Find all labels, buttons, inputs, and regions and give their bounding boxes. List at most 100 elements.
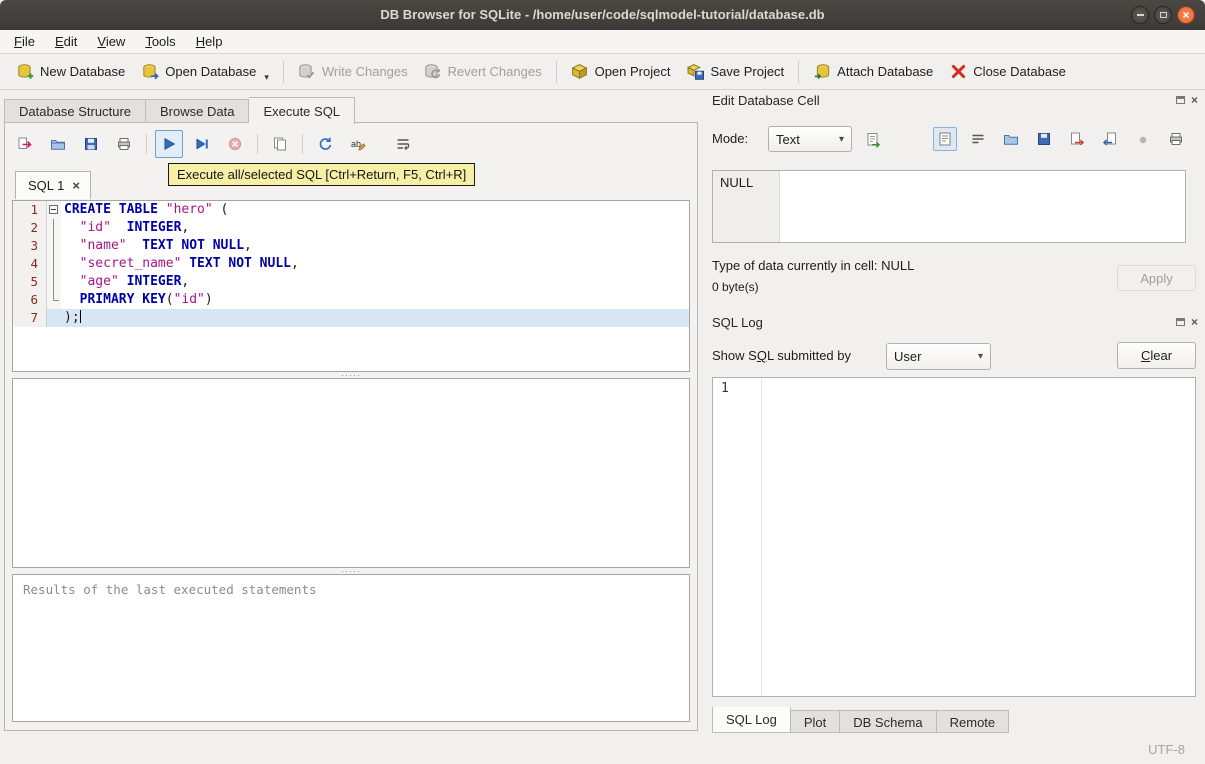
close-sql-tab-icon[interactable]: × [72,179,80,192]
window-controls: × [1131,6,1195,24]
write-changes-button: Write Changes [290,58,416,86]
tab-db-schema[interactable]: DB Schema [840,710,937,733]
editor-line[interactable]: 2 "id" INTEGER, [13,219,689,237]
close-dock-icon[interactable]: × [1191,94,1198,106]
float-dock-icon[interactable] [1175,318,1185,326]
window-title: DB Browser for SQLite - /home/user/code/… [380,7,825,22]
menu-view[interactable]: View [87,30,135,54]
word-wrap-cell-button[interactable] [966,127,990,151]
fold-marker-icon[interactable] [47,201,61,219]
sql-log-dock-title: SQL Log [712,315,763,330]
apply-button: Apply [1117,265,1196,291]
fold-guide [47,255,61,273]
fold-guide [47,291,61,309]
editor-line[interactable]: 5 "age" INTEGER, [13,273,689,291]
sql-editor[interactable]: 1 CREATE TABLE "hero" (2 "id" INTEGER, 3 "… [12,200,690,372]
results-grid[interactable] [12,378,690,568]
tab-sql-log[interactable]: SQL Log [712,707,791,733]
write-changes-label: Write Changes [321,64,408,79]
revert-changes-button: Revert Changes [416,58,550,86]
editor-line[interactable]: 4 "secret_name" TEXT NOT NULL, [13,255,689,273]
export-cell-button[interactable] [1065,127,1089,151]
import-icon [1102,132,1116,146]
tab-plot[interactable]: Plot [790,710,841,733]
open-project-button[interactable]: Open Project [563,58,679,86]
word-wrap-icon [972,134,984,144]
tab-label: SQL Log [726,712,777,727]
print-sql-button[interactable] [110,130,138,158]
open-database-label: Open Database [165,64,257,79]
import-cell-button[interactable] [1098,127,1122,151]
attach-database-button[interactable]: Attach Database [805,58,941,86]
save-project-button[interactable]: Save Project [678,58,792,86]
editor-line[interactable]: 7); [13,309,689,327]
copy-sql-button[interactable] [266,130,294,158]
text-mode-button[interactable] [933,127,957,151]
tab-browse-data[interactable]: Browse Data [146,99,250,123]
log-line-gutter: 1 [713,378,762,696]
word-wrap-button[interactable] [389,130,417,158]
tab-execute-sql[interactable]: Execute SQL [249,97,356,124]
toolbar-separator [257,134,258,154]
open-cell-file-button[interactable] [999,127,1023,151]
set-null-button[interactable] [1131,127,1155,151]
mode-label: Mode: [712,131,749,146]
close-icon: × [1182,8,1190,22]
editor-line[interactable]: 1 CREATE TABLE "hero" ( [13,201,689,219]
execution-log-pane[interactable]: Results of the last executed statements [12,574,690,722]
new-database-button[interactable]: New Database [8,58,133,86]
editor-line[interactable]: 6 PRIMARY KEY("id") [13,291,689,309]
tab-label: Remote [949,715,996,730]
close-dock-icon[interactable]: × [1191,316,1198,328]
tab-remote[interactable]: Remote [936,710,1010,733]
line-number: 1 [13,201,47,219]
tooltip: Execute all/selected SQL [Ctrl+Return, F… [168,163,476,186]
cell-value-editor[interactable]: NULL [712,170,1186,243]
open-sql-new-tab-button[interactable] [11,130,39,158]
auto-completion-button[interactable]: ab [344,130,372,158]
execute-all-button[interactable] [155,130,183,158]
code-text: "age" INTEGER, [79,274,190,289]
open-database-icon [141,63,159,81]
attach-database-label: Attach Database [837,64,934,79]
sql-log-filter-select[interactable]: User ▾ [886,343,991,370]
menu-help[interactable]: Help [186,30,233,54]
open-file-icon [1004,135,1018,145]
mode-select[interactable]: Text ▾ [768,126,852,152]
tab-database-structure[interactable]: Database Structure [4,99,147,123]
splitter-dots-icon: ····· [341,565,361,576]
menu-tools[interactable]: Tools [135,30,185,54]
write-changes-icon [298,63,316,81]
save-sql-file-button[interactable] [77,130,105,158]
line-number: 2 [13,219,47,237]
import-text-button[interactable] [860,127,886,153]
format-sql-button[interactable] [311,130,339,158]
float-dock-icon[interactable] [1175,96,1185,104]
execute-line-button[interactable] [188,130,216,158]
save-project-label: Save Project [710,64,785,79]
splitter-dots-icon: ····· [341,369,361,380]
sql-log-area[interactable]: 1 [712,377,1196,697]
clear-log-button[interactable]: Clear [1117,342,1196,369]
maximize-button[interactable] [1154,6,1172,24]
chevron-down-icon: ▾ [838,133,844,145]
close-database-button[interactable]: Close Database [941,58,1074,86]
close-window-button[interactable]: × [1177,6,1195,24]
new-database-icon [16,63,34,81]
menu-edit[interactable]: Edit [45,30,87,54]
print-cell-button[interactable] [1164,127,1188,151]
open-database-button[interactable]: Open Database ▾ [133,58,277,86]
titlebar[interactable]: DB Browser for SQLite - /home/user/code/… [0,0,1205,30]
editor-line[interactable]: 3 "name" TEXT NOT NULL, [13,237,689,255]
sql-log-filter-label: Show SQL submitted by [712,348,851,363]
open-project-icon [571,63,589,81]
open-database-dropdown-icon[interactable]: ▾ [264,72,269,86]
open-sql-file-button[interactable] [44,130,72,158]
save-cell-file-button[interactable] [1032,127,1056,151]
maximize-icon [1159,12,1167,18]
sql-tab[interactable]: SQL 1 × [15,171,91,199]
minimize-button[interactable] [1131,6,1149,24]
menu-file[interactable]: File [4,30,45,54]
line-number: 6 [13,291,47,309]
right-dock: Edit Database Cell × Mode: Text ▾ NULL T [706,90,1205,740]
